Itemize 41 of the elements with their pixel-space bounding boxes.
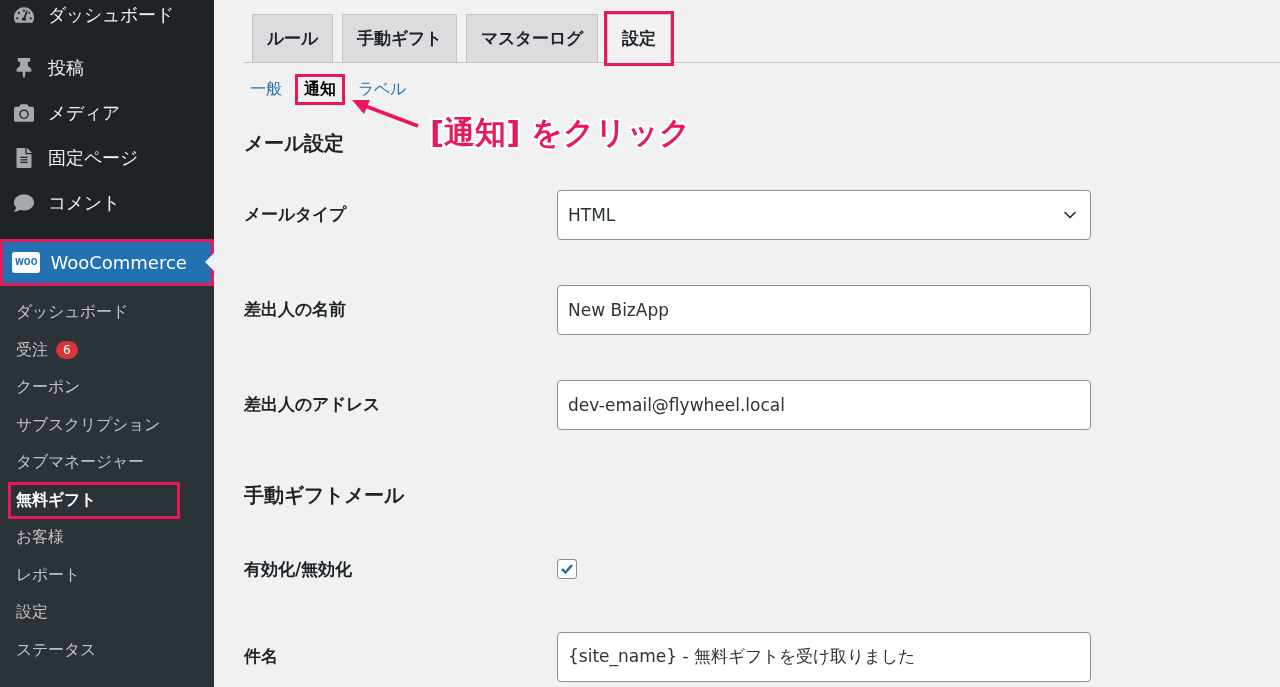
input-field[interactable]: {site_name} - 無料ギフトを受け取りました xyxy=(557,631,1091,682)
input-field[interactable]: New BizApp xyxy=(557,284,1091,335)
submenu-item[interactable]: お客様 xyxy=(0,519,214,557)
tab[interactable]: ルール xyxy=(252,14,333,63)
logo-icon: WOO xyxy=(12,252,41,273)
submenu-item[interactable]: サブスクリプション xyxy=(0,406,214,444)
media-icon xyxy=(12,102,36,123)
tab[interactable]: 手動ギフト xyxy=(342,14,457,63)
subtab-link[interactable]: ラベル xyxy=(352,77,412,102)
tab[interactable]: マスターログ xyxy=(466,14,598,63)
field-label: 件名 xyxy=(244,645,279,668)
input-field[interactable]: dev-email@flywheel.local xyxy=(557,379,1091,430)
submenu-item[interactable]: 設定 xyxy=(0,594,214,632)
submenu-item[interactable]: ダッシュボード xyxy=(0,294,214,332)
field-label: メールタイプ xyxy=(244,203,348,226)
menu-item[interactable]: WOO WooCommerce xyxy=(0,239,214,286)
select-field[interactable]: HTML xyxy=(557,189,1091,240)
submenu-item[interactable]: 無料ギフト xyxy=(8,481,180,519)
menu-item[interactable]: ダッシュボード xyxy=(0,0,214,30)
tab[interactable]: 設定 xyxy=(607,14,671,63)
section-heading: 手動ギフトメール xyxy=(244,482,404,509)
menu-item[interactable]: 固定ページ xyxy=(0,135,214,180)
submenu-item[interactable]: レポート xyxy=(0,556,214,594)
subtab-link[interactable]: 通知 xyxy=(298,77,342,102)
dashboard-icon xyxy=(12,5,36,25)
field-label: 有効化/無効化 xyxy=(244,557,354,581)
checkbox[interactable] xyxy=(557,559,577,579)
submenu-item[interactable]: クーポン xyxy=(0,369,214,407)
submenu-item[interactable]: 受注 6 xyxy=(0,331,214,369)
menu-item[interactable]: 投稿 xyxy=(0,45,214,90)
count-badge: 6 xyxy=(56,341,78,360)
callout-text: [通知] をクリック xyxy=(430,113,692,152)
subtab-link[interactable]: 一般 xyxy=(244,77,288,102)
submenu-item[interactable]: ステータス xyxy=(0,631,214,669)
menu-item[interactable]: メディア xyxy=(0,90,214,135)
submenu-item[interactable]: タブマネージャー xyxy=(0,444,214,482)
field-label: 差出人の名前 xyxy=(244,298,347,321)
comment-icon xyxy=(12,192,36,213)
field-label: 差出人のアドレス xyxy=(244,393,381,416)
section-heading: メール設定 xyxy=(244,130,344,157)
menu-item[interactable]: コメント xyxy=(0,180,214,225)
